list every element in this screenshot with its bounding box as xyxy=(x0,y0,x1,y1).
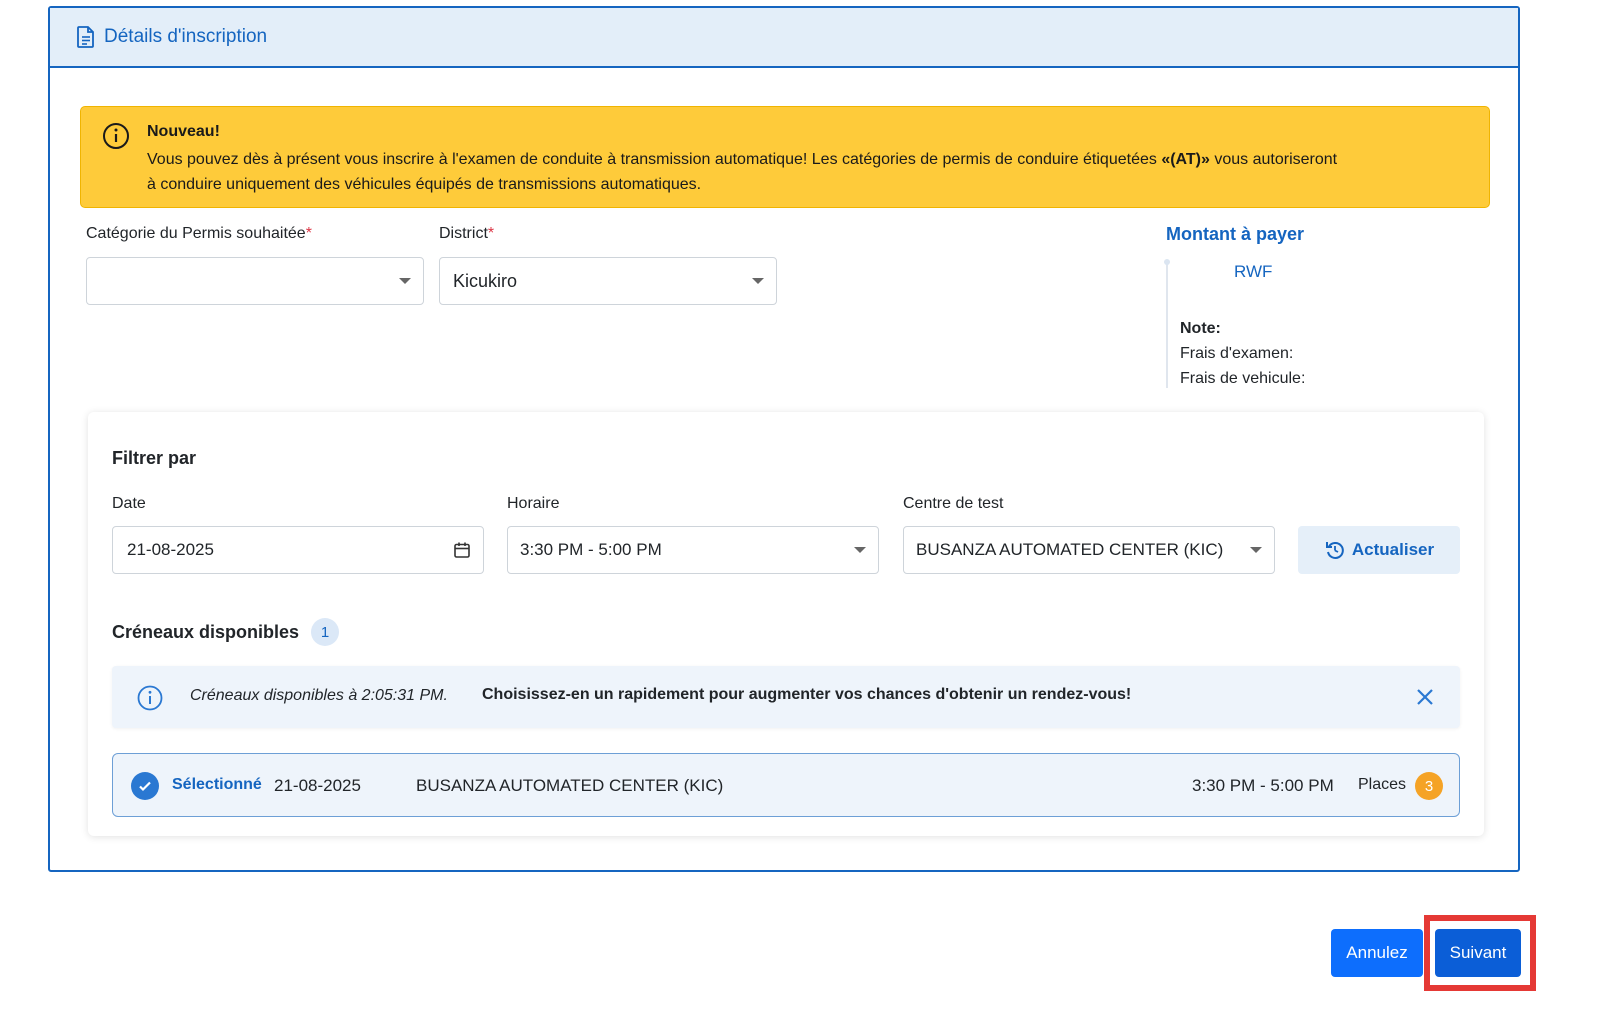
filter-title: Filtrer par xyxy=(112,448,197,468)
calendar-icon[interactable] xyxy=(453,541,471,559)
next-button[interactable]: Suivant xyxy=(1435,929,1521,977)
cancel-button[interactable]: Annulez xyxy=(1331,929,1423,977)
slots-info-text: Créneaux disponibles à 2:05:31 PM. xyxy=(190,687,448,704)
slot-date: 21-08-2025 xyxy=(274,776,361,795)
slot-time: 3:30 PM - 5:00 PM xyxy=(1192,776,1334,795)
close-icon[interactable] xyxy=(1414,686,1436,708)
date-input[interactable]: 21-08-2025 xyxy=(112,526,484,574)
category-select[interactable] xyxy=(86,257,424,305)
district-value: Kicukiro xyxy=(453,270,518,291)
exam-fee-label: Frais d'examen: xyxy=(1180,345,1294,362)
new-feature-alert: Nouveau! Vous pouvez dès à présent vous … xyxy=(80,106,1490,208)
slot-row[interactable]: Sélectionné 21-08-2025 BUSANZA AUTOMATED… xyxy=(112,753,1460,817)
amount-dot xyxy=(1164,259,1170,265)
district-select[interactable]: Kicukiro xyxy=(439,257,777,305)
fee-note: Note: Frais d'examen: Frais de vehicule: xyxy=(1180,316,1305,391)
slots-info-bar: Créneaux disponibles à 2:05:31 PM. Chois… xyxy=(112,666,1460,728)
info-icon xyxy=(136,684,164,712)
refresh-icon xyxy=(1324,539,1346,561)
chevron-down-icon xyxy=(399,278,411,284)
slot-places-badge: 3 xyxy=(1415,772,1443,800)
filter-panel: Filtrer par Date 21-08-2025 Horaire 3:30… xyxy=(88,412,1484,836)
center-select[interactable]: BUSANZA AUTOMATED CENTER (KIC) xyxy=(903,526,1275,574)
check-circle-icon xyxy=(131,772,159,800)
slots-title: Créneaux disponibles 1 xyxy=(112,618,340,646)
refresh-button[interactable]: Actualiser xyxy=(1298,526,1460,574)
slot-places-label: Places xyxy=(1358,776,1407,793)
alert-title: Nouveau! xyxy=(147,123,220,140)
center-label: Centre de test xyxy=(903,495,1004,512)
amount-divider xyxy=(1166,262,1168,388)
slots-count-badge: 1 xyxy=(311,618,340,646)
chevron-down-icon xyxy=(752,278,764,284)
schedule-select[interactable]: 3:30 PM - 5:00 PM xyxy=(507,526,879,574)
card-header: Détails d'inscription xyxy=(50,8,1518,68)
slot-status: Sélectionné xyxy=(172,776,262,793)
vehicle-fee-label: Frais de vehicule: xyxy=(1180,370,1306,387)
schedule-label: Horaire xyxy=(507,495,560,512)
alert-text: Vous pouvez dès à présent vous inscrire … xyxy=(147,151,1338,193)
registration-card: Détails d'inscription Nouveau! Vous pouv… xyxy=(48,6,1520,872)
chevron-down-icon xyxy=(1250,547,1262,553)
district-label: District* xyxy=(439,225,495,242)
slots-info-bold: Choisissez-en un rapidement pour augment… xyxy=(482,686,1132,703)
amount-currency: RWF xyxy=(1234,262,1273,281)
slot-center: BUSANZA AUTOMATED CENTER (KIC) xyxy=(416,776,724,795)
page-title: Détails d'inscription xyxy=(104,26,268,47)
amount-title: Montant à payer xyxy=(1166,224,1305,244)
document-icon xyxy=(76,26,96,48)
chevron-down-icon xyxy=(854,547,866,553)
info-icon xyxy=(101,121,131,151)
category-label: Catégorie du Permis souhaitée* xyxy=(86,225,312,242)
date-label: Date xyxy=(112,495,146,512)
